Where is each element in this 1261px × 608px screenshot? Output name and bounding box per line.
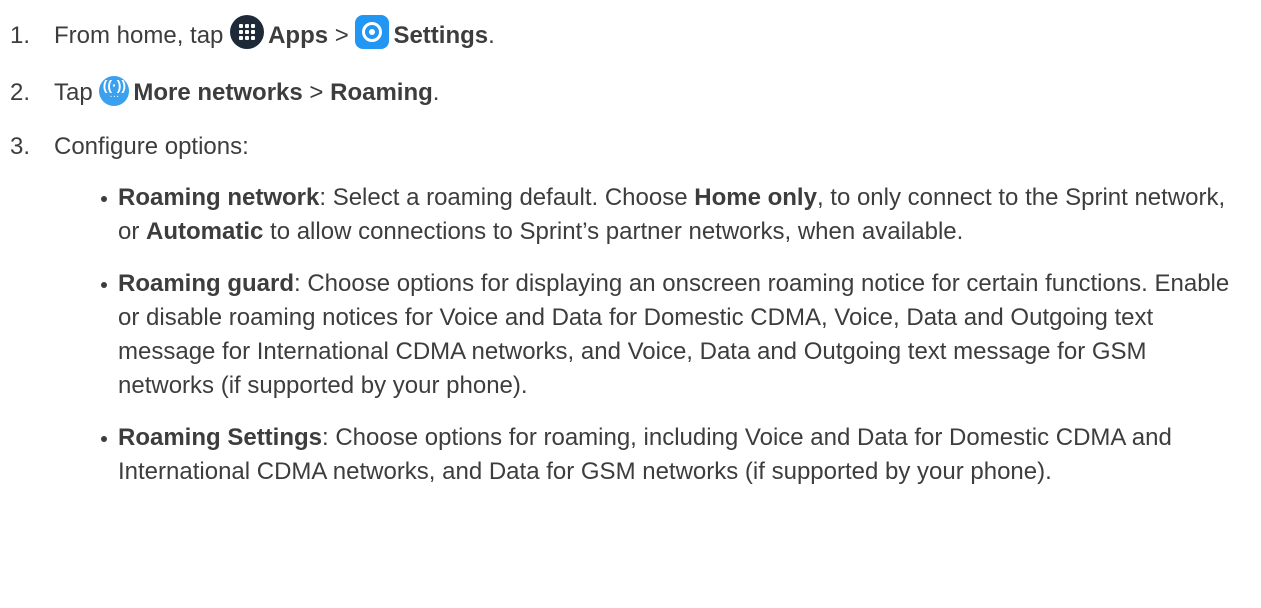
option-text: to allow connections to Sprint’s partner…	[263, 218, 964, 245]
step-2: 2. Tap ((·)) ··· More networks > Roaming.	[10, 76, 439, 110]
step-text: Tap	[54, 79, 93, 106]
roaming-label: Roaming	[330, 79, 433, 106]
apps-label: Apps	[268, 22, 329, 49]
options-list: Roaming network: Select a roaming defaul…	[99, 181, 1239, 507]
option-term: Roaming network	[118, 184, 320, 211]
step-3: 3. Configure options:	[10, 130, 249, 164]
settings-label: Settings	[393, 22, 489, 49]
separator: >	[334, 22, 349, 49]
step-1: 1. From home, tap Apps > Settings.	[10, 15, 495, 53]
settings-icon	[355, 15, 390, 49]
step-number: 3.	[10, 133, 31, 160]
step-text: From home, tap	[54, 22, 224, 49]
more-networks-label: More networks	[133, 79, 303, 106]
separator: >	[309, 79, 324, 106]
option-choice: Automatic	[146, 218, 264, 245]
period: .	[432, 79, 440, 106]
period: .	[488, 22, 495, 49]
more-networks-icon: ((·)) ···	[99, 76, 130, 106]
option-text: : Select a roaming default. Choose	[319, 184, 695, 211]
list-item: Roaming network: Select a roaming defaul…	[99, 181, 1239, 249]
step-number: 1.	[10, 22, 31, 49]
option-term: Roaming Settings	[118, 424, 323, 451]
list-item: Roaming guard: Choose options for displa…	[99, 267, 1239, 403]
option-term: Roaming guard	[118, 270, 295, 297]
step-text: Configure options:	[54, 133, 249, 160]
step-number: 2.	[10, 79, 31, 106]
instruction-document: 1. From home, tap Apps > Settings. 2. Tap …	[0, 0, 1261, 608]
apps-icon	[230, 15, 265, 49]
option-choice: Home only	[694, 184, 817, 211]
list-item: Roaming Settings: Choose options for roa…	[99, 421, 1239, 489]
